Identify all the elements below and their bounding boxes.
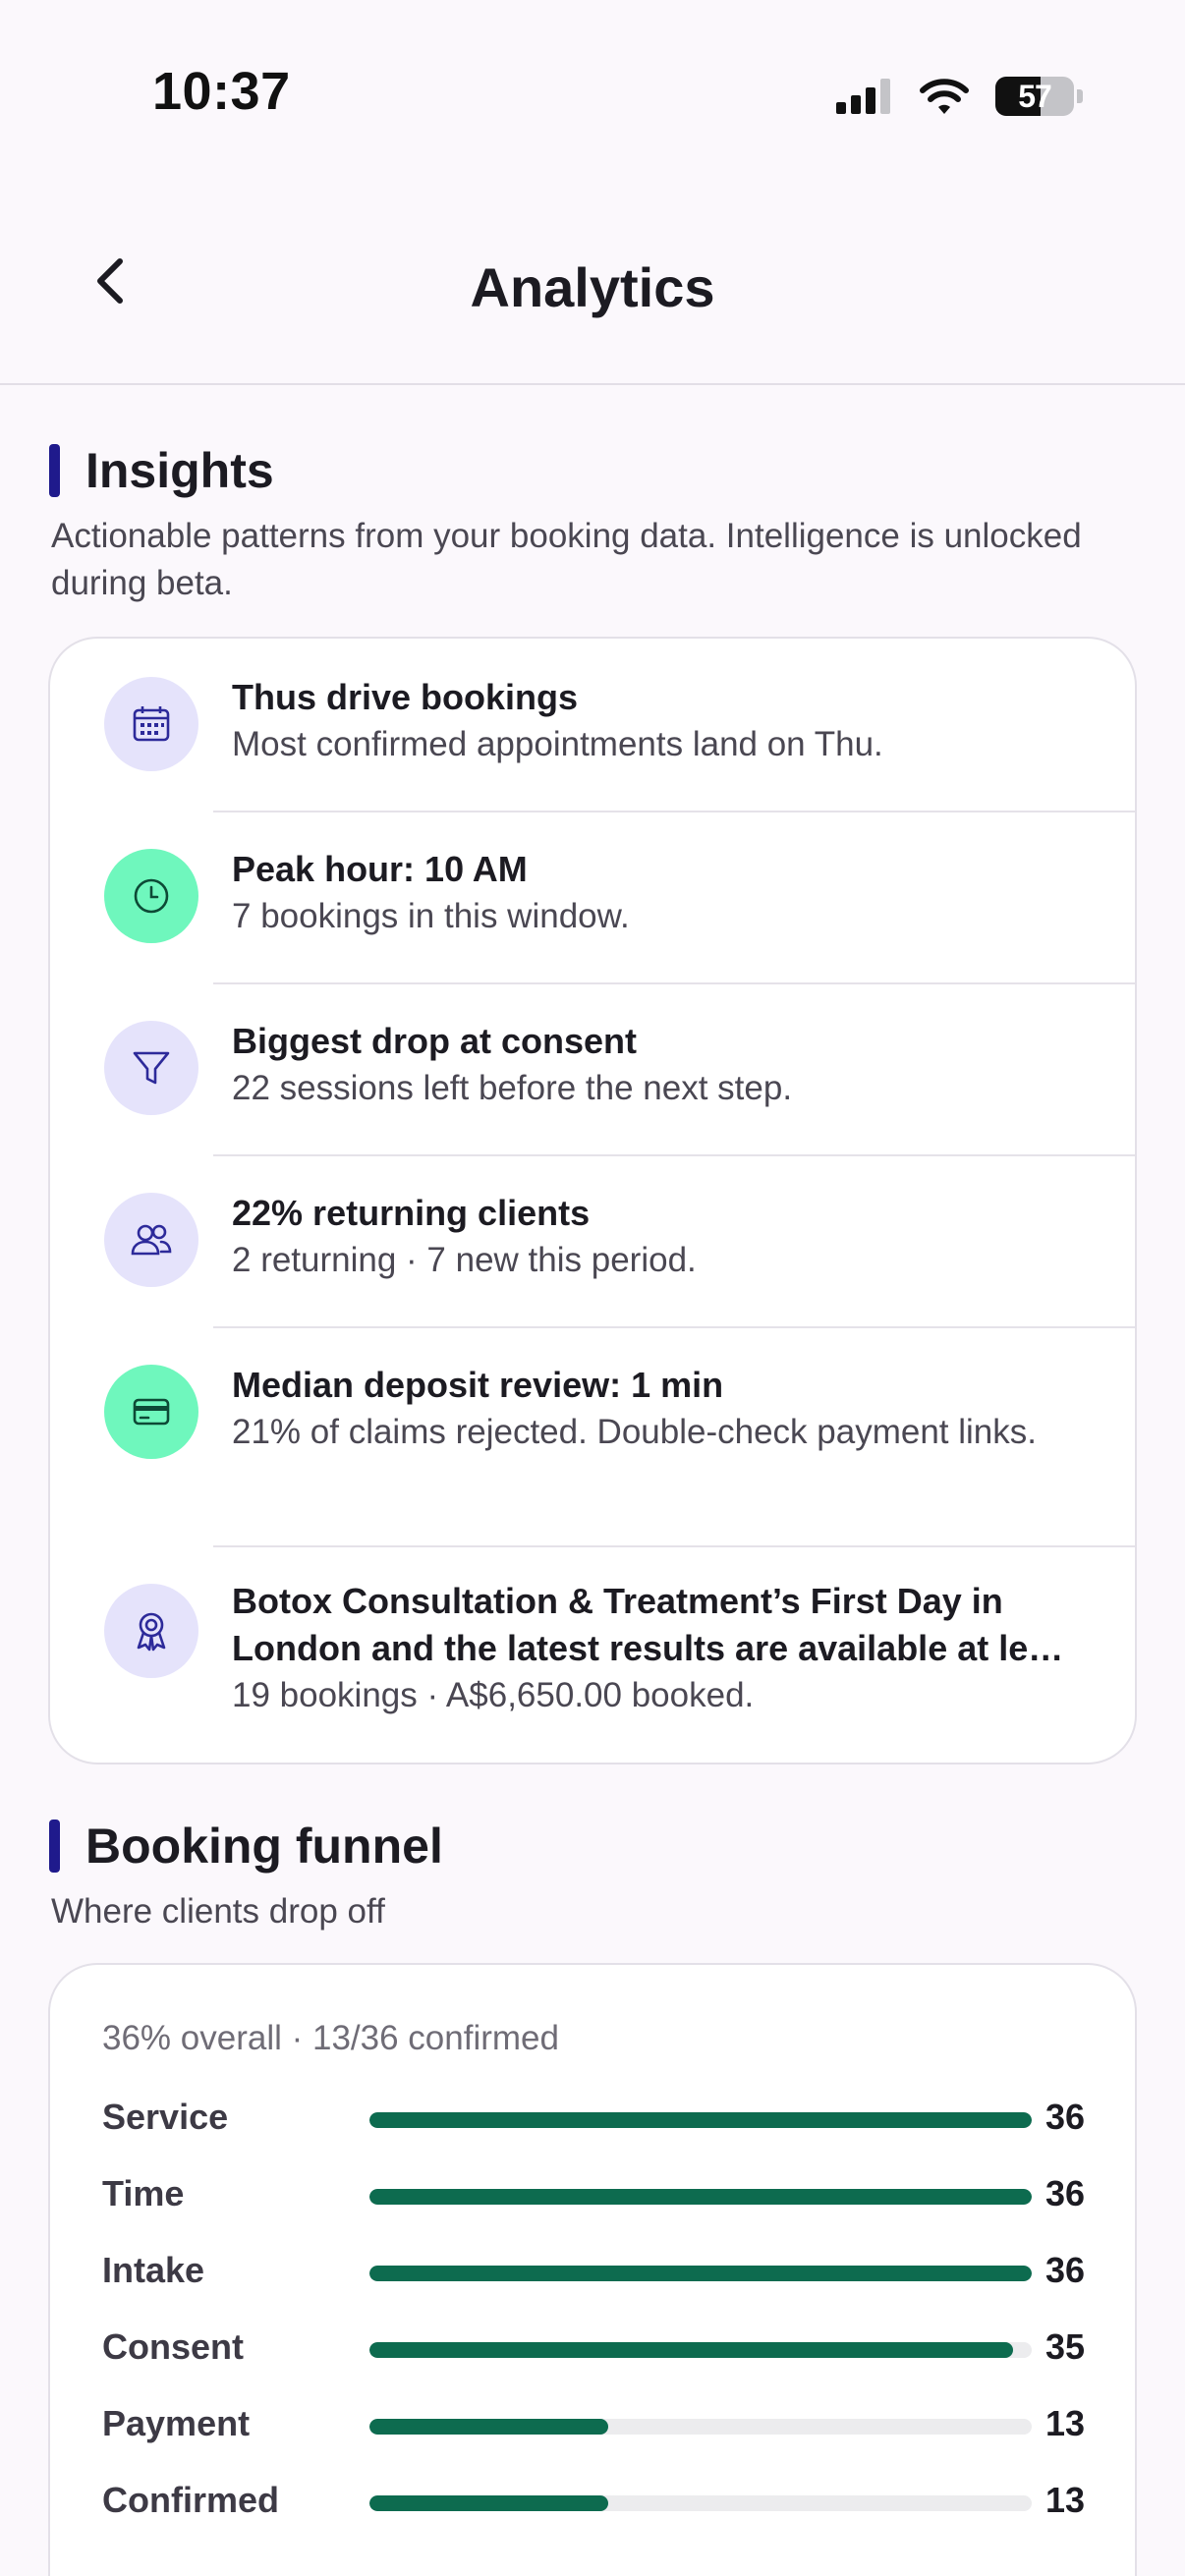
funnel-icon — [104, 1021, 198, 1115]
funnel-step-value: 13 — [1044, 2480, 1085, 2520]
funnel-step-bar — [369, 2189, 1032, 2205]
funnel-subtitle: Where clients drop off — [51, 1892, 385, 1931]
funnel-step-value: 13 — [1044, 2403, 1085, 2443]
cellular-signal-icon — [836, 79, 890, 114]
insight-row[interactable]: 22% returning clients 2 returning · 7 ne… — [50, 1155, 1135, 1326]
funnel-title: Booking funnel — [85, 1819, 443, 1874]
credit-card-icon — [104, 1365, 198, 1459]
funnel-step-track — [369, 2189, 1032, 2205]
funnel-step-row: Service 36 — [102, 2089, 1085, 2148]
insight-row[interactable]: Botox Consultation & Treatment’s First D… — [50, 1546, 1135, 1764]
funnel-step-value: 36 — [1044, 2173, 1085, 2213]
funnel-step-bar — [369, 2112, 1032, 2128]
funnel-heading: Booking funnel — [49, 1818, 443, 1875]
header-divider — [0, 383, 1185, 385]
insights-card: Thus drive bookings Most confirmed appoi… — [48, 637, 1137, 1764]
insight-row[interactable]: Median deposit review: 1 min 21% of clai… — [50, 1327, 1135, 1545]
clock-icon — [104, 849, 198, 943]
funnel-card: 36% overall · 13/36 confirmed Service 36 T… — [48, 1963, 1137, 2576]
accent-bar — [49, 444, 60, 497]
battery-percent: 57 — [1018, 78, 1052, 114]
funnel-step-track — [369, 2266, 1032, 2281]
funnel-step-bar — [369, 2419, 609, 2435]
funnel-step-track — [369, 2419, 1032, 2435]
funnel-step-label: Confirmed — [102, 2480, 279, 2520]
insight-title: Median deposit review: 1 min — [232, 1365, 724, 1405]
funnel-step-label: Service — [102, 2097, 229, 2137]
accent-bar — [49, 1820, 60, 1873]
funnel-step-track — [369, 2495, 1032, 2511]
funnel-step-label: Intake — [102, 2250, 205, 2290]
funnel-step-track — [369, 2112, 1032, 2128]
funnel-step-row: Intake 36 — [102, 2242, 1085, 2301]
insight-title: 22% returning clients — [232, 1193, 591, 1233]
funnel-step-bar — [369, 2266, 1032, 2281]
funnel-summary: 36% overall · 13/36 confirmed — [102, 2019, 559, 2057]
funnel-step-track — [369, 2342, 1032, 2358]
insight-body: 22 sessions left before the next step. — [232, 1069, 793, 1107]
funnel-step-label: Consent — [102, 2326, 244, 2367]
calendar-icon — [104, 677, 198, 771]
insight-body: 7 bookings in this window. — [232, 897, 630, 935]
insight-title: Biggest drop at consent — [232, 1021, 638, 1061]
funnel-step-row: Payment 13 — [102, 2395, 1085, 2454]
insights-title: Insights — [85, 443, 274, 498]
funnel-step-value: 36 — [1044, 2097, 1085, 2137]
insight-title: Thus drive bookings — [232, 677, 579, 717]
status-bar: 10:37 57 — [0, 0, 1185, 187]
award-icon — [104, 1584, 198, 1678]
funnel-step-value: 36 — [1044, 2250, 1085, 2290]
funnel-step-row: Consent 35 — [102, 2319, 1085, 2378]
status-icons: 57 — [836, 73, 1083, 120]
funnel-step-row: Time 36 — [102, 2165, 1085, 2224]
battery-icon: 57 — [995, 77, 1074, 116]
wifi-icon — [920, 79, 969, 114]
insight-body: 21% of claims rejected. Double-check pay… — [232, 1413, 1037, 1451]
funnel-step-row: Confirmed 13 — [102, 2472, 1085, 2531]
insight-title: Botox Consultation & Treatment’s First D… — [232, 1581, 1064, 1668]
insight-row[interactable]: Peak hour: 10 AM 7 bookings in this wind… — [50, 812, 1135, 982]
funnel-step-value: 35 — [1044, 2326, 1085, 2367]
insight-row[interactable]: Thus drive bookings Most confirmed appoi… — [50, 639, 1135, 811]
users-icon — [104, 1193, 198, 1287]
insight-title: Peak hour: 10 AM — [232, 849, 528, 889]
funnel-step-bar — [369, 2495, 609, 2511]
insight-body: 2 returning · 7 new this period. — [232, 1241, 697, 1279]
insight-body: 19 bookings · A$6,650.00 booked. — [232, 1676, 755, 1714]
funnel-step-label: Payment — [102, 2403, 251, 2443]
page-title: Analytics — [470, 256, 715, 318]
funnel-step-bar — [369, 2342, 1014, 2358]
insight-body: Most confirmed appointments land on Thu. — [232, 725, 883, 763]
status-time: 10:37 — [152, 62, 291, 121]
insights-subtitle: Actionable patterns from your booking da… — [51, 517, 1082, 602]
insights-heading: Insights — [49, 442, 274, 499]
funnel-step-label: Time — [102, 2173, 185, 2213]
nav-header: Analytics — [0, 226, 1185, 385]
insight-row[interactable]: Biggest drop at consent 22 sessions left… — [50, 983, 1135, 1154]
